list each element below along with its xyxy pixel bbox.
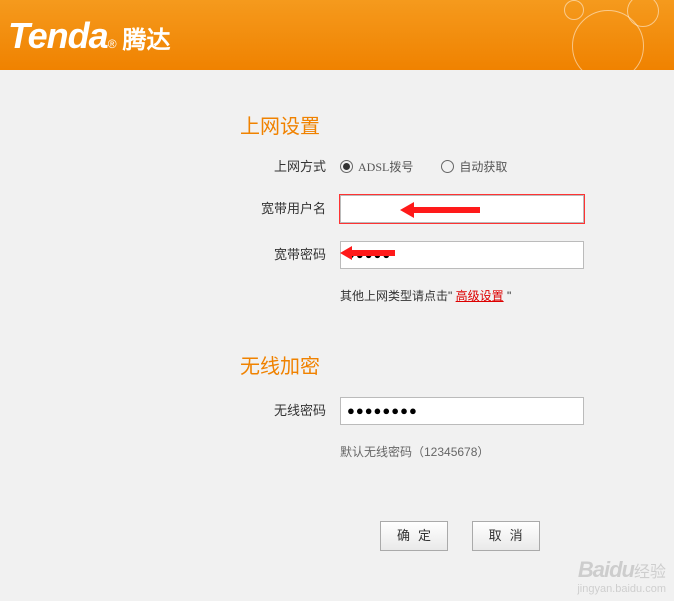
note-prefix: 其他上网类型请点击" (340, 289, 452, 303)
logo-cn: 腾达 (123, 20, 171, 55)
label-password: 宽带密码 (240, 245, 340, 265)
radio-dot-icon (441, 160, 454, 173)
radio-dhcp[interactable]: 自动获取 (441, 158, 507, 176)
watermark: Baidu经验 jingyan.baidu.com (577, 557, 666, 595)
label-username: 宽带用户名 (240, 199, 340, 219)
section-title-wireless: 无线加密 (240, 350, 674, 379)
ok-button[interactable]: 确定 (380, 521, 448, 551)
radio-dhcp-label: 自动获取 (459, 158, 507, 176)
password-input[interactable] (340, 241, 584, 269)
row-username: 宽带用户名 (240, 195, 674, 223)
label-wifi-password: 无线密码 (240, 401, 340, 421)
label-conn-type: 上网方式 (240, 157, 340, 177)
row-conn-type: 上网方式 ADSL拨号 自动获取 (240, 157, 674, 177)
decor-bubbles (544, 0, 674, 70)
row-password: 宽带密码 (240, 241, 674, 269)
wifi-hint: 默认无线密码（12345678） (340, 443, 674, 461)
note-suffix: " (507, 289, 511, 303)
username-input[interactable] (340, 195, 584, 223)
row-wifi-password: 无线密码 (240, 397, 674, 425)
advanced-note: 其他上网类型请点击" 高级设置 " (340, 287, 674, 305)
cancel-button[interactable]: 取消 (472, 521, 540, 551)
wifi-password-input[interactable] (340, 397, 584, 425)
section-title-internet: 上网设置 (240, 110, 674, 139)
radio-adsl[interactable]: ADSL拨号 (340, 158, 413, 176)
header-bar: Tenda ® 腾达 (0, 0, 674, 70)
button-bar: 确定 取消 (380, 521, 674, 551)
advanced-link[interactable]: 高级设置 (456, 289, 504, 303)
logo-en: Tenda (8, 15, 108, 57)
radio-adsl-label: ADSL拨号 (358, 158, 413, 176)
radio-dot-icon (340, 160, 353, 173)
trademark-icon: ® (108, 37, 117, 51)
